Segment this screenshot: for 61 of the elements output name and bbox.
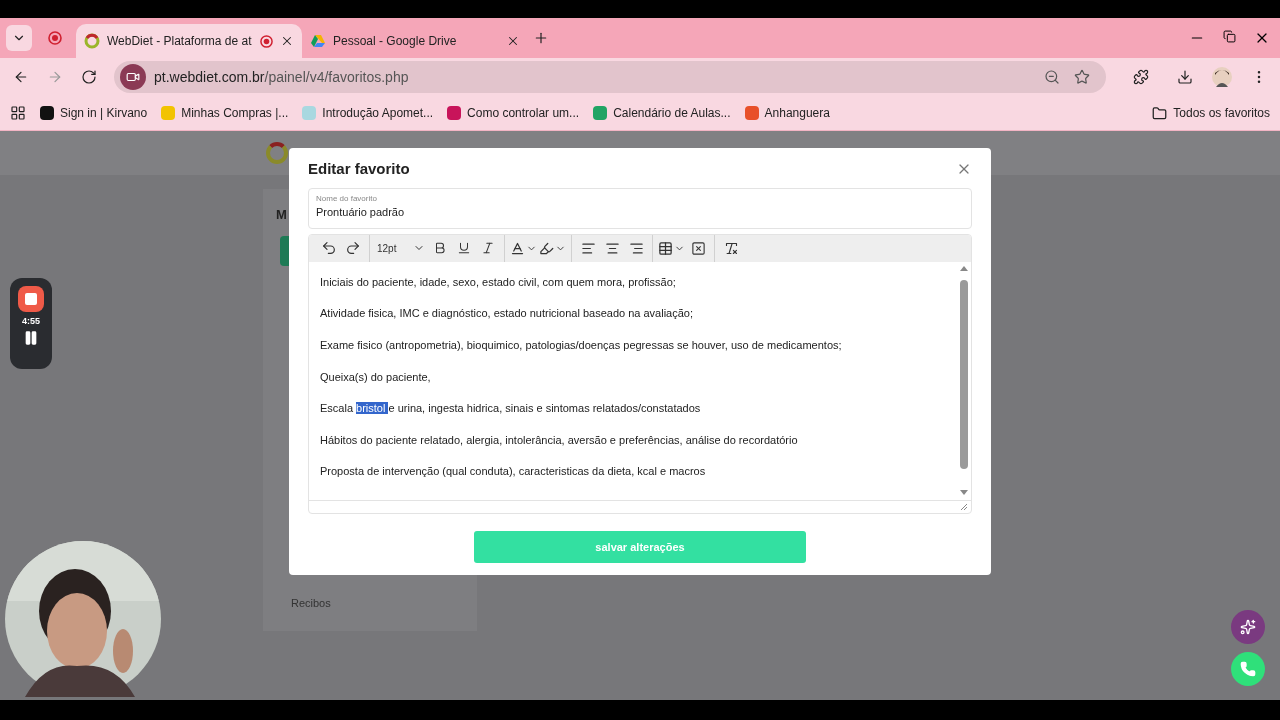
text-color-icon — [510, 240, 525, 256]
dialog-title: Editar favorito — [308, 160, 410, 178]
highlighter-icon — [539, 240, 554, 256]
paragraph: Escala bristol e urina, ingesta hidrica, sinais e sintomas relatados/constatados — [320, 401, 702, 417]
align-left-icon[interactable] — [580, 240, 596, 256]
clear-formatting-icon[interactable] — [723, 240, 739, 256]
sparkle-icon — [1240, 619, 1256, 635]
close-icon[interactable] — [506, 34, 520, 48]
camera-icon — [126, 70, 140, 84]
avatar-icon[interactable] — [1212, 67, 1232, 87]
bookmark[interactable]: Minhas Compras |... — [161, 106, 289, 120]
camera-button[interactable] — [120, 64, 146, 90]
panel-heading: M — [276, 207, 287, 222]
paragraph: Exame fisico (antropometria), bioquimico, patologias/doenças pegressas se houver, uso de medicamentos; — [320, 337, 843, 353]
paragraph: Hábitos do paciente relatado, alergia, intolerância, aversão e preferências, análise do recordatório — [320, 432, 799, 448]
undo-icon[interactable] — [321, 240, 337, 257]
logo-icon — [84, 33, 100, 49]
font-size-select[interactable]: 12pt — [375, 237, 427, 260]
reload-icon[interactable] — [81, 69, 97, 85]
bookmark[interactable]: Sign in | Kirvano — [40, 106, 148, 120]
bookmark[interactable]: Calendário de Aulas... — [593, 106, 731, 120]
paragraph: Iniciais do paciente, idade, sexo, estado civil, com quem mora, profissão; — [320, 274, 677, 290]
italic-icon[interactable] — [481, 241, 495, 256]
folder-icon — [1152, 105, 1168, 121]
record-icon[interactable] — [48, 31, 62, 45]
close-icon[interactable] — [280, 34, 294, 48]
zoom-icon[interactable] — [1044, 69, 1060, 85]
new-tab-icon[interactable] — [533, 30, 549, 46]
paragraph: Queixa(s) do paciente, — [320, 369, 432, 385]
clear-icon[interactable] — [690, 240, 706, 256]
table-icon — [658, 240, 673, 256]
pause-icon[interactable] — [23, 330, 39, 346]
back-icon[interactable] — [13, 69, 29, 85]
paragraph: Atividade fisica, IMC e diagnóstico, estado nutricional baseado na avaliação; — [320, 306, 694, 322]
resize-handle-icon[interactable] — [960, 503, 968, 512]
stop-button[interactable] — [18, 286, 44, 312]
bold-icon[interactable] — [433, 241, 447, 256]
underline-icon[interactable] — [457, 241, 471, 256]
whatsapp-button[interactable] — [1231, 652, 1265, 686]
browser-tab[interactable]: WebDiet - Plataforma de at — [76, 24, 302, 58]
paragraph: Proposta de intervenção (qual conduta), caracteristicas da dieta, kcal e macros — [320, 464, 707, 480]
browser-tab[interactable]: Pessoal - Google Drive — [302, 24, 528, 58]
bookmark[interactable]: Como controlar um... — [447, 106, 580, 120]
assistant-button[interactable] — [1231, 610, 1265, 644]
apps-icon[interactable] — [10, 105, 26, 121]
phone-icon — [1240, 661, 1256, 677]
align-right-icon[interactable] — [628, 240, 644, 256]
extensions-icon[interactable] — [1133, 69, 1149, 85]
star-icon[interactable] — [1074, 69, 1090, 85]
address-bar[interactable]: pt.webdiet.com.br/painel/v4/favoritos.php — [114, 61, 1106, 93]
bookmark[interactable]: Introdução Apomet... — [302, 106, 434, 120]
bookmark[interactable]: Anhanguera — [744, 106, 830, 120]
name-field[interactable]: Nome do favorito Prontuário padrão — [308, 187, 972, 229]
restore-icon[interactable] — [1223, 30, 1236, 43]
redo-icon[interactable] — [345, 240, 361, 257]
download-icon[interactable] — [1177, 69, 1193, 85]
drive-icon — [310, 33, 326, 49]
all-bookmarks[interactable]: Todos os favoritos — [1152, 105, 1270, 121]
recording-time: 4:55 — [22, 316, 40, 326]
record-icon — [260, 34, 273, 48]
align-center-icon[interactable] — [604, 240, 620, 256]
